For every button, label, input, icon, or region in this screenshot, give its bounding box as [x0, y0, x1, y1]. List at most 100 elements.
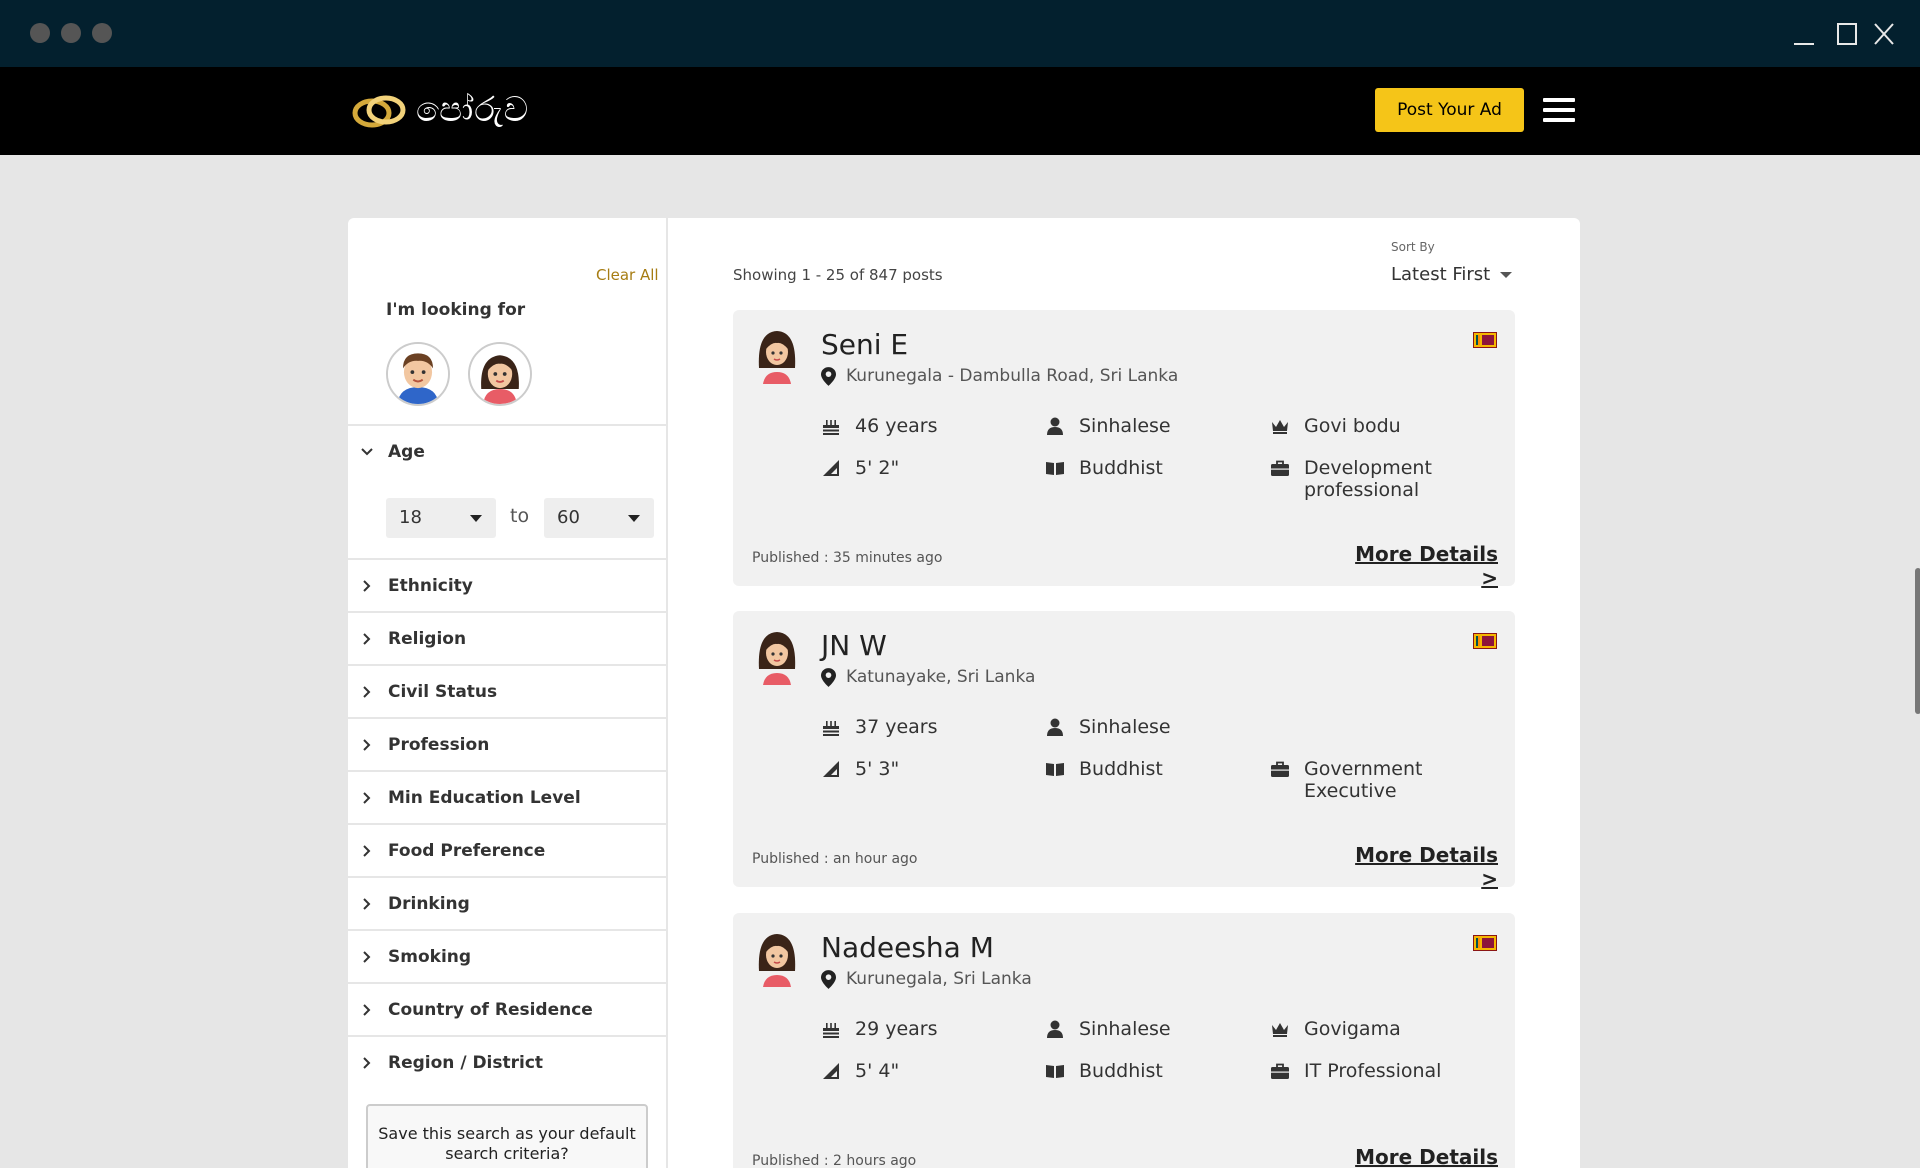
attr-ethnicity: Sinhalese — [1045, 415, 1239, 437]
more-details-link[interactable]: More Details > — [1353, 1145, 1498, 1168]
profession-text: Government Executive — [1304, 758, 1423, 802]
post-location: Kurunegala - Dambulla Road, Sri Lanka — [821, 366, 1178, 386]
sort-select[interactable]: Latest First — [1391, 264, 1513, 285]
attr-religion: Buddhist — [1045, 758, 1239, 780]
user-icon — [1047, 1020, 1063, 1038]
filter-label: Profession — [388, 735, 490, 755]
close-icon[interactable] — [1870, 20, 1898, 48]
published-time: Published : 35 minutes ago — [752, 550, 943, 566]
scrollbar-thumb[interactable] — [1915, 568, 1920, 714]
post-location: Kurunegala, Sri Lanka — [821, 969, 1032, 989]
age-to-value: 60 — [557, 507, 580, 528]
age-from-select[interactable]: 18 — [386, 498, 496, 538]
filter-country-of-residence[interactable]: Country of Residence — [348, 984, 668, 1036]
logo-text: පෝරුව — [416, 90, 530, 130]
attr-age: 29 years — [821, 1018, 1015, 1040]
more-details-link[interactable]: More Details > — [1353, 542, 1498, 590]
post-location: Katunayake, Sri Lanka — [821, 667, 1035, 687]
age-from-value: 18 — [399, 507, 422, 528]
window-dot-icon — [30, 23, 50, 43]
post-card[interactable]: JN W Katunayake, Sri Lanka 37 years 5' 3… — [733, 611, 1515, 891]
age-text: 29 years — [855, 1018, 938, 1040]
attr-height: 5' 2" — [821, 457, 1015, 479]
filter-ethnicity[interactable]: Ethnicity — [348, 560, 668, 612]
religion-text: Buddhist — [1079, 457, 1163, 479]
filter-label: Religion — [388, 629, 467, 649]
more-details-link[interactable]: More Details > — [1353, 843, 1498, 891]
attr-caste: Govigama — [1270, 1018, 1464, 1040]
chevron-right-icon — [363, 686, 371, 698]
location-pin-icon — [821, 366, 836, 386]
main-card: Clear All I'm looking for Age 18 to 60 E… — [348, 218, 1580, 1168]
age-to-label: to — [510, 505, 530, 527]
filter-religion[interactable]: Religion — [348, 613, 668, 665]
filter-label: Region / District — [388, 1053, 544, 1073]
age-filter-header[interactable]: Age — [356, 440, 425, 464]
filter-civil-status[interactable]: Civil Status — [348, 666, 668, 718]
caste-text: Govigama — [1304, 1018, 1401, 1040]
briefcase-icon — [1271, 761, 1289, 777]
profession-text: IT Professional — [1304, 1060, 1442, 1082]
ruler-triangle-icon — [823, 761, 839, 777]
attr-religion: Buddhist — [1045, 1060, 1239, 1082]
caret-down-icon — [1500, 271, 1513, 278]
chevron-right-icon — [363, 792, 371, 804]
attr-age: 46 years — [821, 415, 1015, 437]
male-avatar-option[interactable] — [386, 342, 450, 406]
filter-profession[interactable]: Profession — [348, 719, 668, 771]
age-text: 37 years — [855, 716, 938, 738]
attr-religion: Buddhist — [1045, 457, 1239, 479]
briefcase-icon — [1271, 460, 1289, 476]
post-card[interactable]: Seni E Kurunegala - Dambulla Road, Sri L… — [733, 310, 1515, 590]
ruler-triangle-icon — [823, 460, 839, 476]
attr-ethnicity: Sinhalese — [1045, 1018, 1239, 1040]
chevron-right-icon — [363, 633, 371, 645]
clear-all-link[interactable]: Clear All — [596, 266, 659, 284]
female-avatar-icon — [470, 344, 530, 404]
attr-ethnicity: Sinhalese — [1045, 716, 1239, 738]
attr-profession: Development professional — [1270, 457, 1464, 501]
filter-drinking[interactable]: Drinking — [348, 878, 668, 930]
chevron-right-icon — [363, 580, 371, 592]
filter-region-district[interactable]: Region / District — [348, 1037, 668, 1089]
female-avatar-option[interactable] — [468, 342, 532, 406]
female-avatar-icon — [758, 331, 796, 384]
chevron-right-icon — [363, 739, 371, 751]
sort-by-label: Sort By — [1391, 240, 1435, 254]
save-search-button[interactable]: Save this search as your default search … — [366, 1104, 648, 1168]
post-name: JN W — [821, 629, 887, 662]
height-text: 5' 2" — [855, 457, 900, 479]
location-text: Kurunegala, Sri Lanka — [846, 969, 1032, 989]
location-pin-icon — [821, 667, 836, 687]
chevron-right-icon — [363, 898, 371, 910]
filter-food-preference[interactable]: Food Preference — [348, 825, 668, 877]
filter-min-education-level[interactable]: Min Education Level — [348, 772, 668, 824]
maximize-icon[interactable] — [1832, 20, 1860, 48]
chevron-right-icon — [363, 1004, 371, 1016]
post-your-ad-button[interactable]: Post Your Ad — [1375, 88, 1524, 132]
minimize-icon[interactable] — [1790, 20, 1818, 48]
profession-text: Development professional — [1304, 457, 1432, 501]
filter-sidebar: Clear All I'm looking for Age 18 to 60 E… — [348, 218, 668, 1168]
attr-profession: IT Professional — [1270, 1060, 1464, 1082]
birthday-cake-icon — [823, 721, 839, 736]
site-logo[interactable]: පෝරුව — [350, 85, 529, 135]
location-pin-icon — [821, 969, 836, 989]
ethnicity-text: Sinhalese — [1079, 415, 1171, 437]
post-card[interactable]: Nadeesha M Kurunegala, Sri Lanka 29 year… — [733, 913, 1515, 1168]
briefcase-icon — [1271, 1063, 1289, 1079]
age-to-select[interactable]: 60 — [544, 498, 654, 538]
filter-smoking[interactable]: Smoking — [348, 931, 668, 983]
post-name: Seni E — [821, 328, 909, 361]
post-name: Nadeesha M — [821, 931, 994, 964]
filter-label: Food Preference — [388, 841, 546, 861]
attr-height: 5' 3" — [821, 758, 1015, 780]
attr-age: 37 years — [821, 716, 1015, 738]
attr-profession: Government Executive — [1270, 758, 1464, 802]
height-text: 5' 3" — [855, 758, 900, 780]
chevron-right-icon — [363, 1057, 371, 1069]
sri-lanka-flag-icon — [1473, 935, 1497, 951]
menu-icon[interactable] — [1543, 98, 1575, 122]
sri-lanka-flag-icon — [1473, 633, 1497, 649]
male-avatar-icon — [388, 344, 448, 404]
